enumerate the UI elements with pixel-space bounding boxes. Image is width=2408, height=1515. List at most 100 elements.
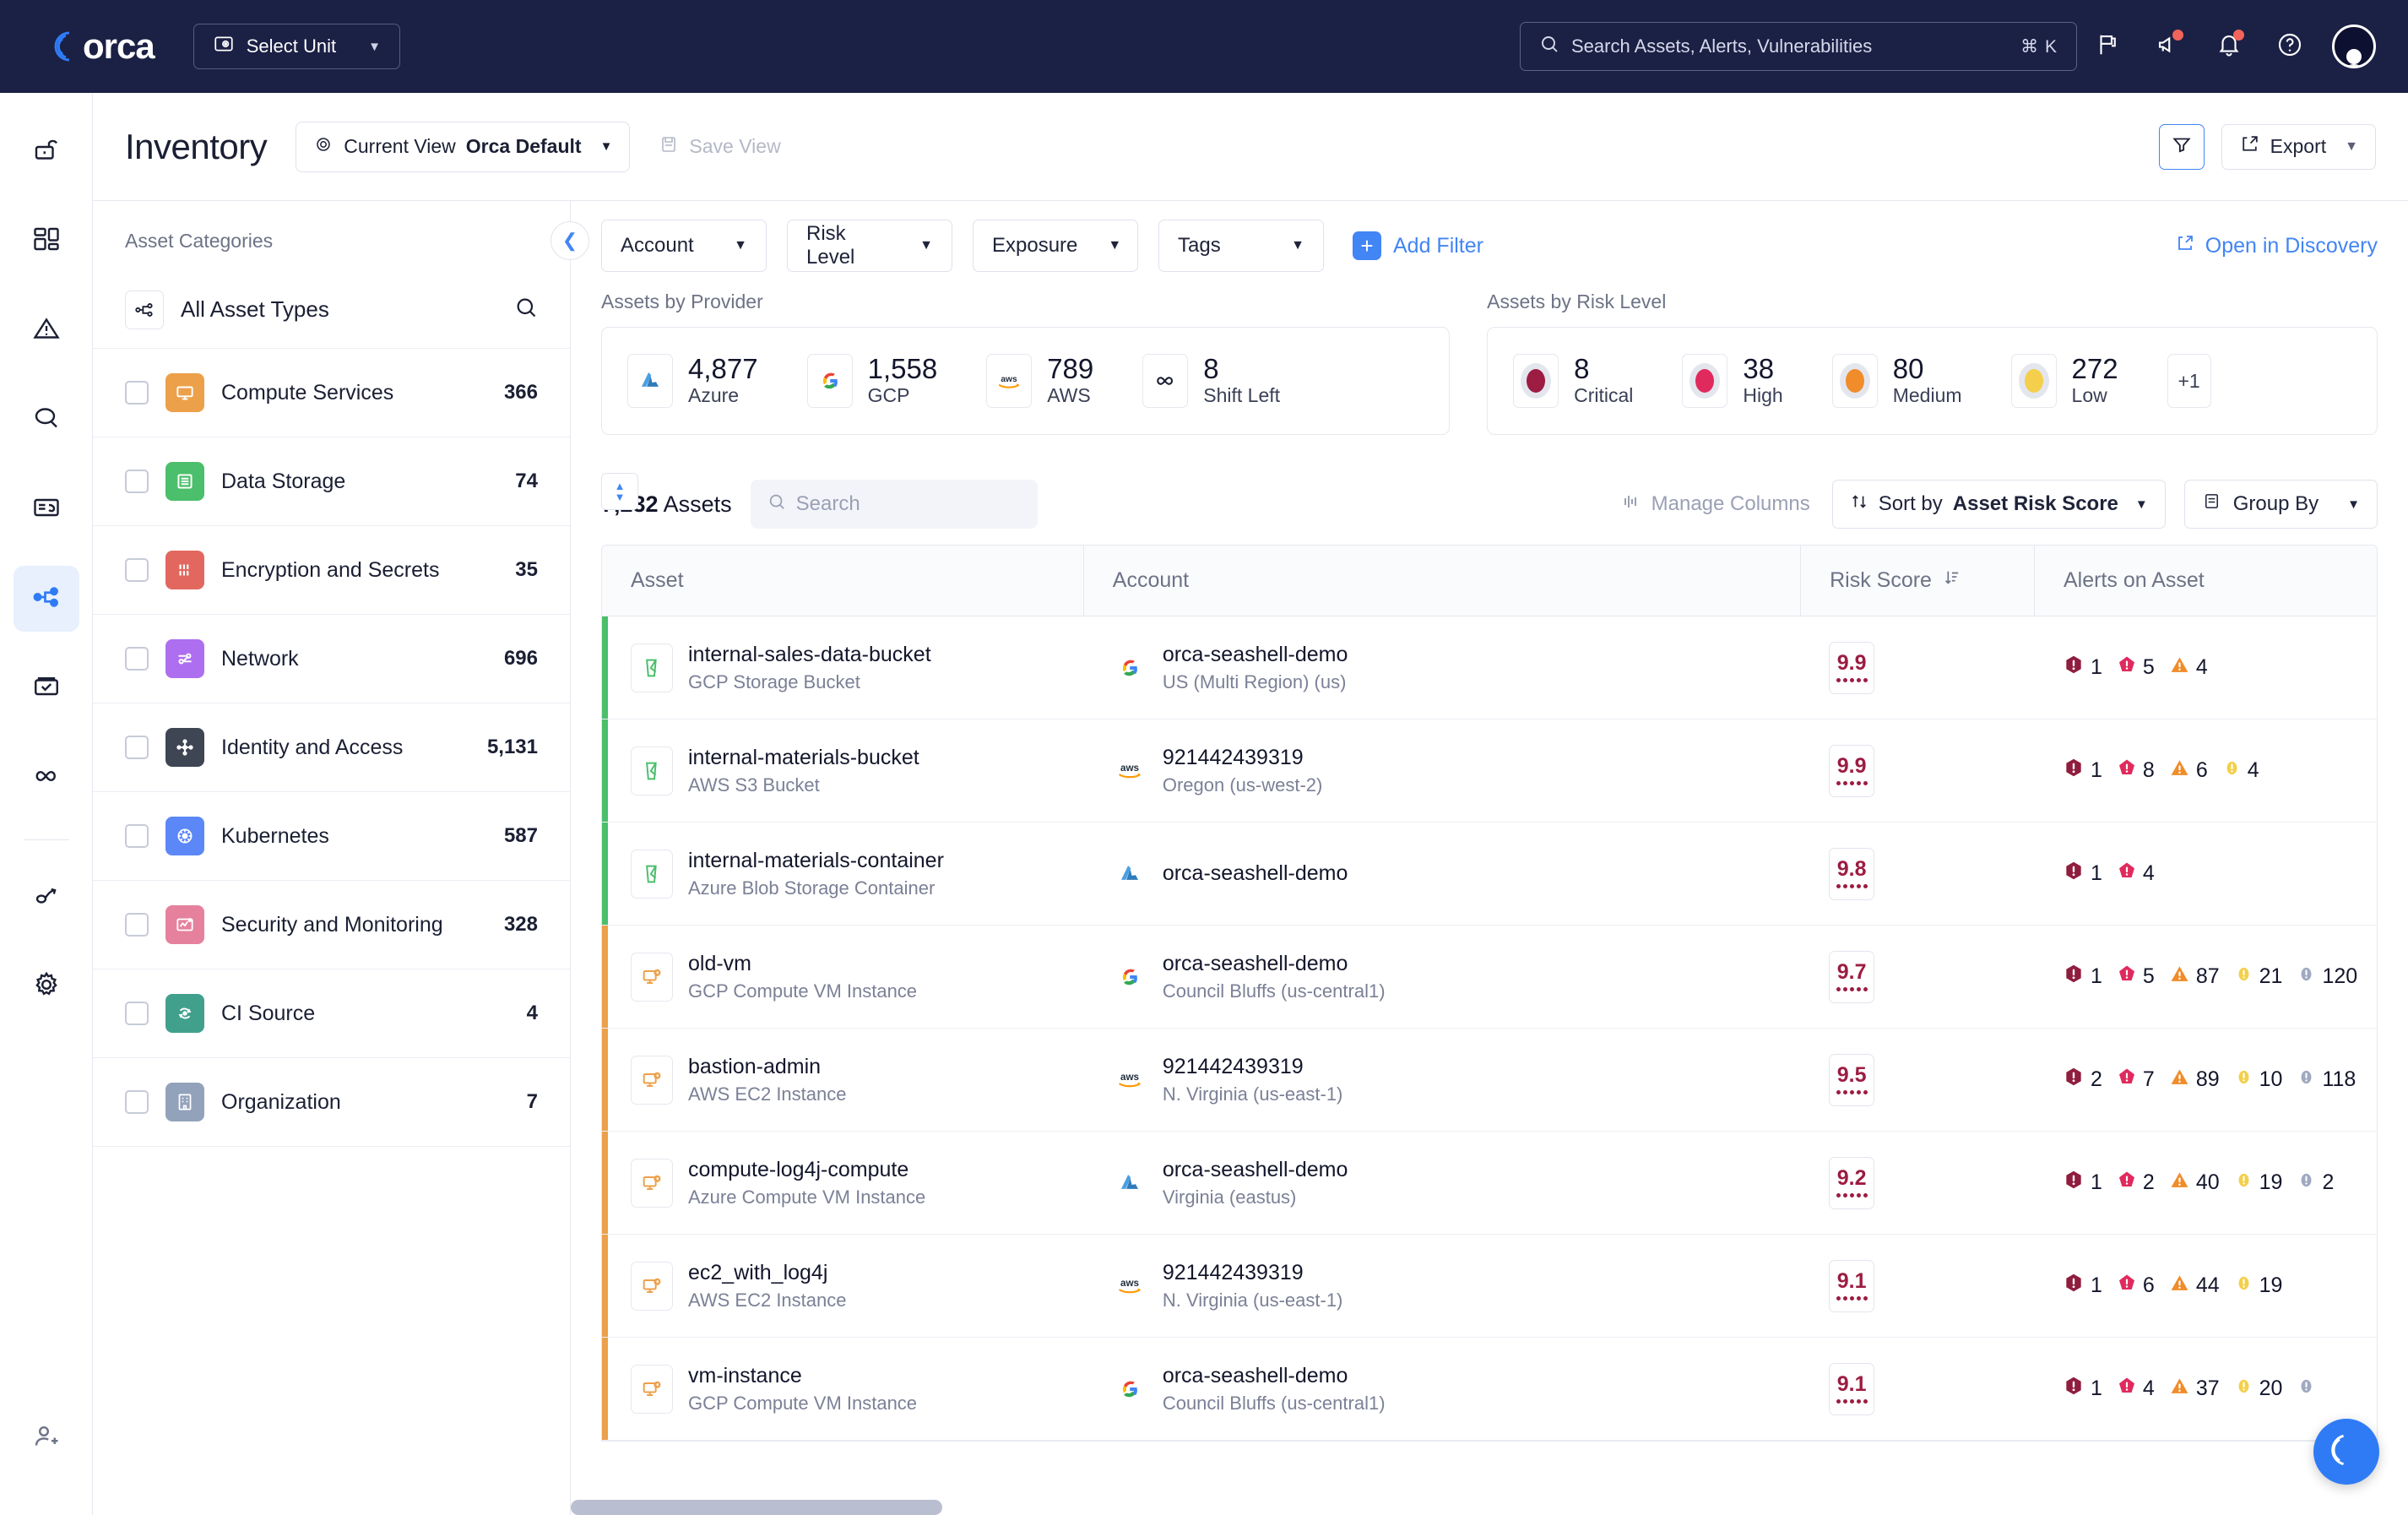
group-by-selector[interactable]: Group By ▼: [2183, 480, 2378, 529]
sidebar-item-network[interactable]: Network 696: [93, 615, 570, 703]
cell-asset[interactable]: internal-sales-data-bucket GCP Storage Bu…: [602, 616, 1083, 719]
cell-asset[interactable]: internal-materials-bucket AWS S3 Bucket: [602, 719, 1083, 822]
sidebar-item-identity-and-access[interactable]: Identity and Access 5,131: [93, 703, 570, 792]
cell-risk-score[interactable]: 9.9: [1800, 719, 2034, 822]
alert-badge-high[interactable]: 8: [2117, 758, 2155, 784]
column-header-asset[interactable]: Asset: [602, 546, 1083, 616]
provider-stat-azure[interactable]: 4,877 Azure: [627, 354, 758, 408]
sidebar-item-integrations[interactable]: [14, 864, 79, 930]
cell-account[interactable]: orca-seashell-demo US (Multi Region) (us): [1083, 616, 1800, 719]
alert-badge-critical[interactable]: 1: [2063, 757, 2102, 785]
all-asset-types-row[interactable]: All Asset Types: [93, 271, 570, 349]
category-checkbox[interactable]: [125, 647, 149, 671]
alert-badge-info[interactable]: [2297, 1377, 2322, 1402]
sidebar-item-dashboard[interactable]: [14, 208, 79, 274]
notifications-button[interactable]: [2199, 16, 2259, 77]
cell-account[interactable]: aws 921442439319 Oregon (us-west-2): [1083, 719, 1800, 822]
sidebar-item-ci-source[interactable]: CI Source 4: [93, 969, 570, 1058]
alert-badge-high[interactable]: 4: [2117, 1376, 2155, 1402]
sidebar-item-organization[interactable]: Organization 7: [93, 1058, 570, 1147]
alert-badge-critical[interactable]: 1: [2063, 1272, 2102, 1300]
alert-badge-critical[interactable]: 1: [2063, 654, 2102, 681]
select-unit-button[interactable]: Select Unit ▼: [193, 24, 400, 69]
flag-icon-button[interactable]: [2077, 16, 2138, 77]
sort-by-selector[interactable]: Sort by Asset Risk Score ▼: [1831, 480, 2166, 529]
sidebar-item-user-management[interactable]: [14, 1405, 79, 1471]
alert-badge-critical[interactable]: 2: [2063, 1066, 2102, 1094]
alert-badge-info[interactable]: 2: [2297, 1170, 2334, 1196]
alert-badge-medium[interactable]: 89: [2169, 1067, 2220, 1094]
alert-badge-high[interactable]: 2: [2117, 1170, 2155, 1196]
cell-alerts[interactable]: 1 4 37 20: [2034, 1338, 2377, 1440]
alert-badge-info[interactable]: 120: [2297, 964, 2357, 990]
help-button[interactable]: [2259, 16, 2320, 77]
cell-asset[interactable]: ec2_with_log4j AWS EC2 Instance: [602, 1235, 1083, 1337]
sidebar-item-compute-services[interactable]: Compute Services 366: [93, 349, 570, 437]
export-button[interactable]: Export ▼: [2221, 123, 2376, 170]
alert-badge-medium[interactable]: 6: [2169, 758, 2208, 785]
cell-alerts[interactable]: 1 2 40 19 2: [2034, 1132, 2377, 1234]
sidebar-item-search[interactable]: [14, 387, 79, 453]
cell-risk-score[interactable]: 9.7: [1800, 926, 2034, 1028]
cell-asset[interactable]: vm-instance GCP Compute VM Instance: [602, 1338, 1083, 1440]
sidebar-item-settings[interactable]: [14, 953, 79, 1019]
category-checkbox[interactable]: [125, 913, 149, 937]
alert-badge-critical[interactable]: 1: [2063, 860, 2102, 888]
provider-stat-gcp[interactable]: 1,558 GCP: [806, 354, 937, 408]
cell-account[interactable]: orca-seashell-demo Council Bluffs (us-cen…: [1083, 926, 1800, 1028]
cell-account[interactable]: aws 921442439319 N. Virginia (us-east-1): [1083, 1235, 1800, 1337]
alert-badge-medium[interactable]: 37: [2169, 1376, 2220, 1403]
alert-badge-critical[interactable]: 1: [2063, 1169, 2102, 1197]
cell-alerts[interactable]: 2 7 89 10 118: [2034, 1029, 2377, 1131]
sidebar-item-encryption-and-secrets[interactable]: Encryption and Secrets 35: [93, 526, 570, 615]
column-header-risk-score[interactable]: Risk Score: [1800, 546, 2034, 616]
sidebar-item-unlock[interactable]: [14, 118, 79, 184]
column-header-alerts-on-asset[interactable]: Alerts on Asset: [2033, 546, 2377, 616]
category-checkbox[interactable]: [125, 1002, 149, 1025]
alert-badge-medium[interactable]: 44: [2169, 1273, 2220, 1300]
cell-risk-score[interactable]: 9.1: [1800, 1235, 2034, 1337]
save-view-button[interactable]: Save View: [659, 134, 781, 160]
alert-badge-high[interactable]: 6: [2117, 1273, 2155, 1299]
collapse-sidebar-button[interactable]: ❮: [550, 221, 589, 260]
collapse-stats-toggle[interactable]: ▲ ▼: [601, 473, 638, 510]
sidebar-item-kubernetes[interactable]: Kubernetes 587: [93, 792, 570, 881]
alert-badge-high[interactable]: 4: [2117, 861, 2155, 887]
global-search-input[interactable]: Search Assets, Alerts, Vulnerabilities ⌘…: [1520, 22, 2077, 71]
risk-stat-low[interactable]: 272 Low: [2010, 354, 2118, 408]
cell-alerts[interactable]: 1 5 87 21 120: [2034, 926, 2377, 1028]
avatar[interactable]: [2332, 24, 2376, 68]
provider-stat-shift-left[interactable]: 8 Shift Left: [1142, 354, 1280, 408]
cell-account[interactable]: orca-seashell-demo Council Bluffs (us-cen…: [1083, 1338, 1800, 1440]
alert-badge-high[interactable]: 5: [2117, 964, 2155, 990]
risk-stat-medium[interactable]: 80 Medium: [1831, 354, 1962, 408]
alert-badge-medium[interactable]: 87: [2169, 964, 2220, 991]
cell-asset[interactable]: internal-materials-container Azure Blob S…: [602, 823, 1083, 925]
alert-badge-critical[interactable]: 1: [2063, 963, 2102, 991]
risk-stat-high[interactable]: 38 High: [1682, 354, 1783, 408]
cell-asset[interactable]: bastion-admin AWS EC2 Instance: [602, 1029, 1083, 1131]
provider-stat-aws[interactable]: aws 789 AWS: [986, 354, 1093, 408]
cell-asset[interactable]: old-vm GCP Compute VM Instance: [602, 926, 1083, 1028]
current-view-selector[interactable]: Current View Orca Default ▼: [296, 121, 631, 172]
alert-badge-low[interactable]: 4: [2222, 758, 2259, 784]
filter-tags-select[interactable]: Tags ▼: [1158, 220, 1324, 272]
risk-levels-more-button[interactable]: +1: [2167, 354, 2211, 408]
table-row[interactable]: ec2_with_log4j AWS EC2 Instance aws 9214424…: [602, 1235, 2377, 1338]
table-row[interactable]: internal-materials-bucket AWS S3 Bucket aw…: [602, 719, 2377, 823]
filter-toggle-button[interactable]: [2158, 123, 2205, 170]
cell-risk-score[interactable]: 9.2: [1800, 1132, 2034, 1234]
sidebar-item-compliance[interactable]: [14, 655, 79, 721]
table-row[interactable]: vm-instance GCP Compute VM Instance orca-s…: [602, 1338, 2377, 1441]
table-row[interactable]: internal-sales-data-bucket GCP Storage Bu…: [602, 616, 2377, 719]
alert-badge-medium[interactable]: 40: [2169, 1170, 2220, 1197]
category-checkbox[interactable]: [125, 470, 149, 493]
horizontal-scrollbar[interactable]: [571, 1500, 942, 1515]
alert-badge-low[interactable]: 19: [2234, 1170, 2282, 1196]
filter-account-select[interactable]: Account ▼: [601, 220, 767, 272]
category-checkbox[interactable]: [125, 736, 149, 759]
cell-account[interactable]: aws 921442439319 N. Virginia (us-east-1): [1083, 1029, 1800, 1131]
orca-logo[interactable]: orca: [54, 26, 155, 67]
alert-badge-low[interactable]: 20: [2234, 1377, 2282, 1402]
cell-account[interactable]: orca-seashell-demo: [1083, 823, 1800, 925]
